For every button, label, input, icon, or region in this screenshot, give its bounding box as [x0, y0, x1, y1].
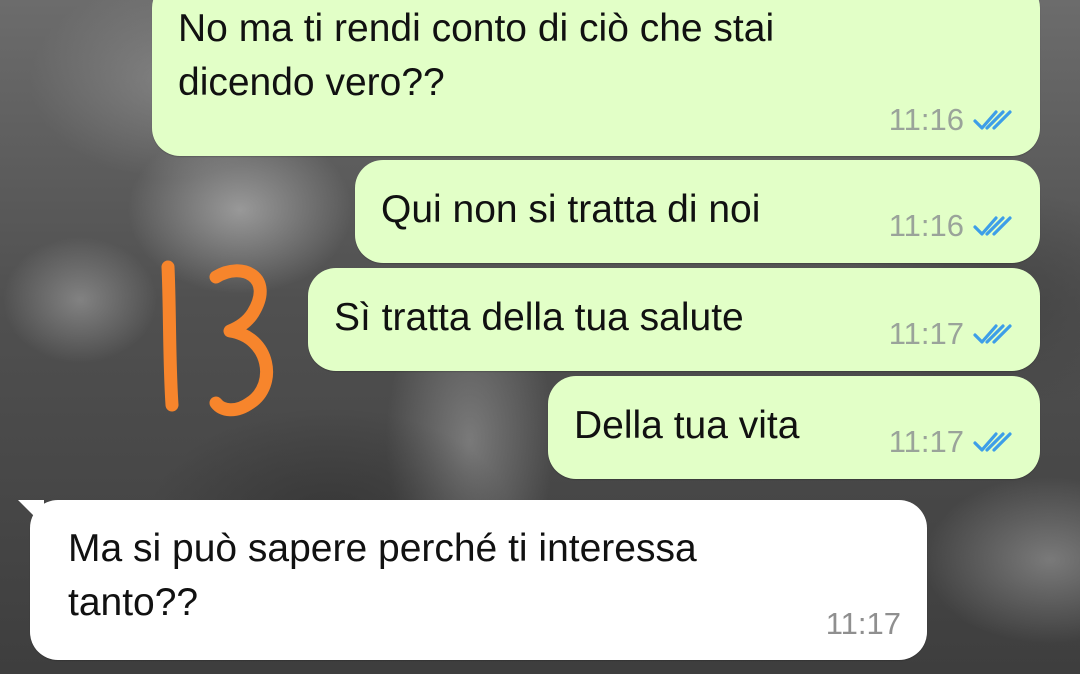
- double-check-read-icon: [973, 110, 1012, 130]
- bubble-tail: [1028, 0, 1054, 6]
- message-meta: 11:16: [889, 208, 1016, 244]
- double-check-read-icon: [973, 432, 1012, 452]
- message-bubble-outgoing[interactable]: Sì tratta della tua salute 11:17: [308, 268, 1040, 371]
- message-meta: 11:17: [889, 316, 1016, 352]
- message-meta: 11:17: [889, 424, 1016, 460]
- message-bubble-outgoing[interactable]: Della tua vita 11:17: [548, 376, 1040, 479]
- message-bubble-incoming[interactable]: Ma si può sapere perché ti interessa tan…: [18, 500, 927, 660]
- bubble-tail: [18, 500, 44, 526]
- handwritten-13-annotation: [161, 260, 274, 417]
- message-time: 11:17: [888, 316, 964, 351]
- message-text: Ma si può sapere perché ti interessa tan…: [68, 527, 697, 624]
- message-text: Sì tratta della tua salute: [334, 296, 744, 339]
- double-check-read-icon: [973, 216, 1012, 236]
- message-text: Qui non si tratta di noi: [381, 188, 761, 231]
- message-time: 11:17: [825, 606, 901, 641]
- message-meta: 11:16: [889, 102, 1016, 138]
- message-text: No ma ti rendi conto di ciò che stai dic…: [178, 7, 775, 104]
- message-text: Della tua vita: [574, 404, 800, 447]
- message-time: 11:16: [888, 102, 964, 137]
- message-bubble-outgoing[interactable]: No ma ti rendi conto di ciò che stai dic…: [152, 0, 1054, 156]
- double-check-read-icon: [973, 324, 1012, 344]
- message-time: 11:17: [888, 424, 964, 459]
- message-meta: 11:17: [826, 606, 901, 642]
- message-bubble-outgoing[interactable]: Qui non si tratta di noi 11:16: [355, 160, 1040, 263]
- message-time: 11:16: [888, 208, 964, 243]
